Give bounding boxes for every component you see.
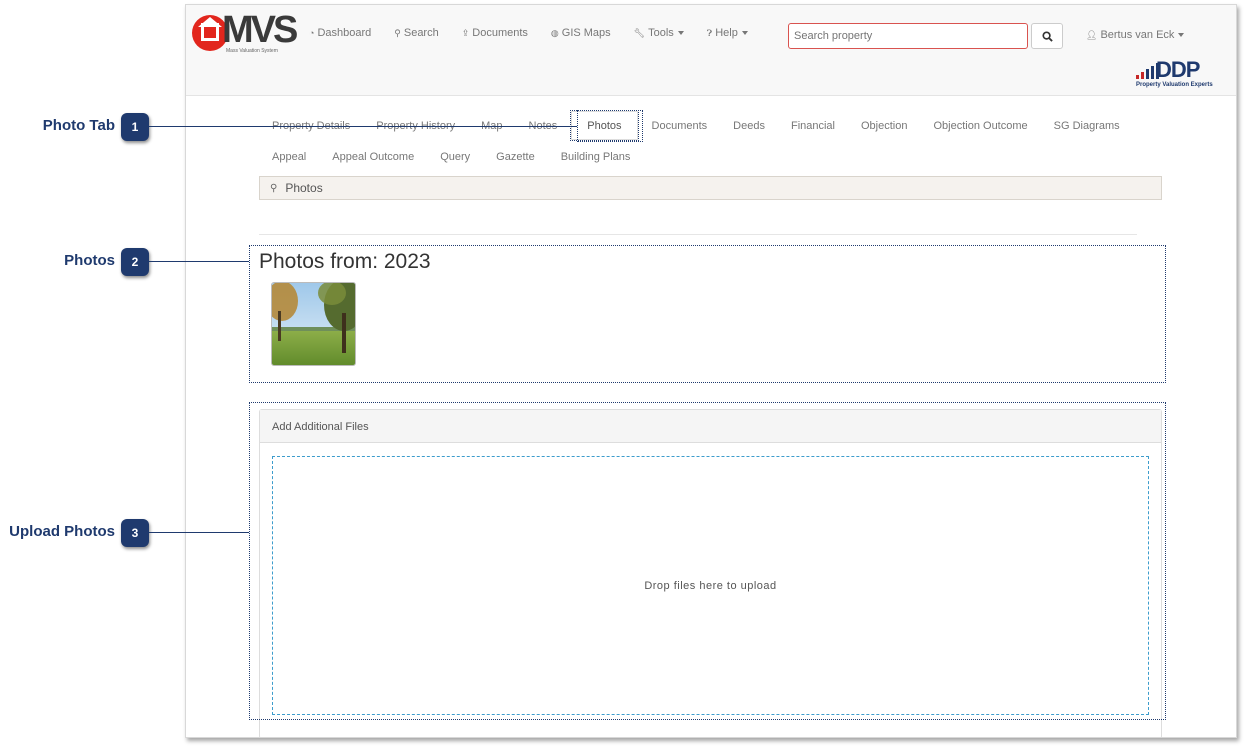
callout-badge-2: 2 — [121, 248, 149, 276]
tab-deeds[interactable]: Deeds — [720, 110, 778, 141]
nav-dashboard[interactable]: ◔ Dashboard — [309, 27, 371, 39]
property-tabs: Property Details Property History Map No… — [259, 109, 1169, 173]
main-nav: ◔ Dashboard ⚲ Search ⇪ Documents ◍ GIS M… — [309, 27, 771, 39]
nav-documents[interactable]: ⇪ Documents — [462, 27, 528, 39]
ddp-logo-subtitle: Property Valuation Experts — [1136, 82, 1213, 88]
globe-icon: ◍ — [550, 27, 559, 38]
question-icon: ❓︎ — [706, 27, 713, 38]
tab-sg-diagrams[interactable]: SG Diagrams — [1041, 110, 1133, 141]
mvs-logo[interactable]: MVS Mass Valuation System — [192, 9, 302, 55]
tab-building-plans[interactable]: Building Plans — [548, 141, 644, 172]
tab-query[interactable]: Query — [427, 141, 483, 172]
callout-label-photos: Photos — [64, 252, 115, 269]
search-icon — [1041, 30, 1053, 42]
tab-documents[interactable]: Documents — [639, 110, 721, 141]
callout-connector-1 — [149, 126, 577, 127]
tab-gazette[interactable]: Gazette — [483, 141, 548, 172]
section-header: ⚲ Photos — [259, 176, 1162, 200]
ddp-logo: DDP Property Valuation Experts — [1136, 57, 1224, 91]
ddp-logo-text: DDP — [1156, 57, 1200, 82]
callout-highlight-photos — [249, 245, 1166, 383]
nav-tools[interactable]: 🔧︎ Tools — [634, 27, 684, 39]
callout-connector-2 — [149, 261, 249, 262]
callout-badge-3: 3 — [121, 519, 149, 547]
caret-down-icon — [1178, 33, 1185, 37]
tab-row-2: Appeal Appeal Outcome Query Gazette Buil… — [259, 140, 1169, 173]
nav-help[interactable]: ❓︎ Help — [707, 27, 748, 39]
upload-icon: ⇪ — [461, 27, 470, 38]
nav-search[interactable]: ⚲ Search — [394, 27, 438, 39]
user-name: Bertus van Eck — [1100, 29, 1175, 41]
nav-label: Documents — [472, 27, 528, 39]
callout-highlight-upload — [249, 402, 1166, 720]
callout-badge-1: 1 — [121, 113, 149, 141]
divider — [259, 234, 1137, 235]
callout-label-photo-tab: Photo Tab — [42, 117, 115, 134]
caret-down-icon — [677, 31, 684, 35]
callout-connector-3 — [149, 532, 249, 533]
tab-objection-outcome[interactable]: Objection Outcome — [920, 110, 1040, 141]
callout-highlight-photo-tab — [577, 110, 643, 142]
wrench-icon: 🔧︎ — [633, 27, 646, 38]
tab-appeal[interactable]: Appeal — [259, 141, 319, 172]
section-title: Photos — [285, 181, 323, 195]
nav-label: Dashboard — [317, 27, 372, 39]
caret-down-icon — [741, 31, 748, 35]
logo-subtitle: Mass Valuation System — [226, 48, 278, 54]
user-menu[interactable]: 👤︎ Bertus van Eck — [1086, 29, 1185, 41]
tab-objection[interactable]: Objection — [848, 110, 920, 141]
logo-text: MVS — [222, 9, 298, 51]
nav-label: Search — [403, 27, 439, 39]
dashboard-icon: ◔ — [309, 28, 315, 38]
map-marker-icon: ⚲ — [270, 182, 278, 194]
tab-financial[interactable]: Financial — [778, 110, 848, 141]
property-search-input[interactable] — [788, 23, 1028, 49]
search-button[interactable] — [1031, 23, 1063, 49]
nav-gis-maps[interactable]: ◍ GIS Maps — [551, 27, 611, 39]
user-icon: 👤︎ — [1086, 29, 1098, 40]
tab-appeal-outcome[interactable]: Appeal Outcome — [319, 141, 427, 172]
search-icon: ⚲ — [394, 27, 401, 38]
top-navbar: MVS Mass Valuation System ◔ Dashboard ⚲ … — [186, 5, 1236, 96]
nav-label: GIS Maps — [561, 27, 611, 39]
nav-label: Help — [715, 27, 738, 39]
callout-label-upload-photos: Upload Photos — [9, 523, 115, 540]
nav-label: Tools — [648, 27, 674, 39]
